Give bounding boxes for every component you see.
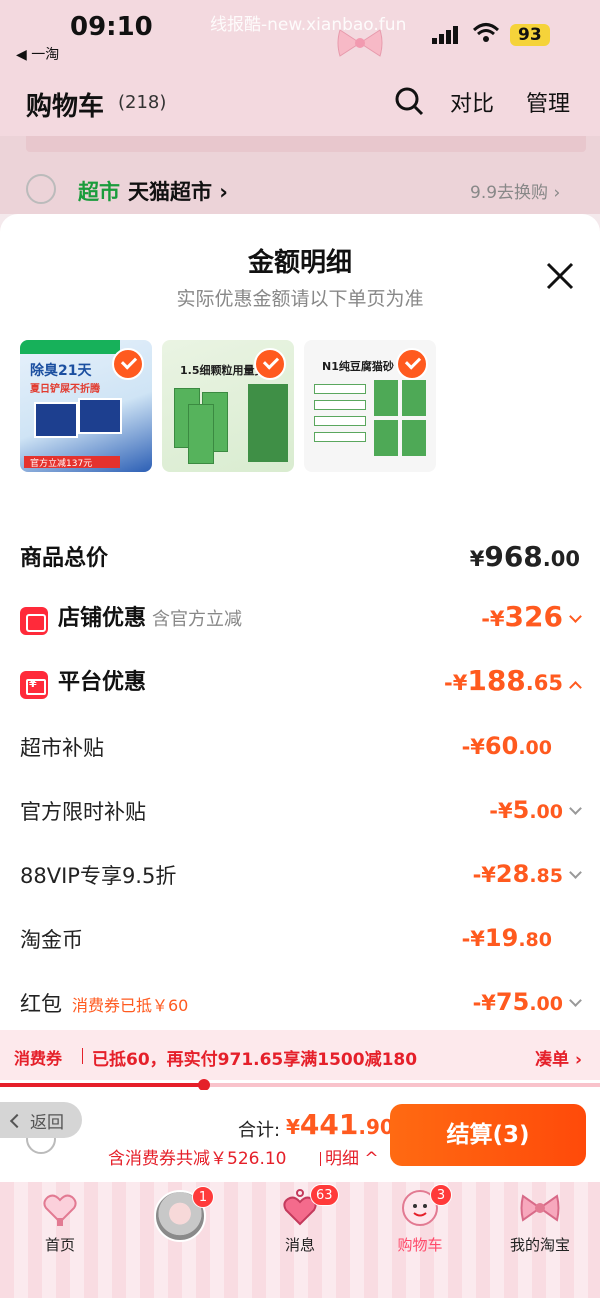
- coupon-banner: 消费券 已抵60，再实付971.65享满1500减180 凑单 ›: [0, 1030, 600, 1080]
- red-packet-amount: -¥75.00: [473, 988, 582, 1016]
- supermarket-subsidy-amount: -¥60.00: [461, 732, 552, 760]
- row-label: 88VIP专享9.5折: [20, 864, 177, 888]
- tab-my-taobao[interactable]: 我的淘宝: [480, 1182, 600, 1272]
- tab-badge: 3: [430, 1184, 452, 1206]
- bottom-tab-bar: 首页 1 63 消息 3 购物车 我的淘宝: [0, 1182, 600, 1298]
- official-limited-amount: -¥5.00: [489, 796, 582, 824]
- product-label: 夏日铲屎不折腾: [30, 384, 100, 395]
- cart-item-count: (218): [118, 92, 167, 113]
- cart-header: 购物车 (218) 对比 管理: [0, 72, 600, 136]
- page-title: 购物车: [26, 92, 105, 122]
- row-label: 平台优惠: [58, 670, 147, 695]
- row-note: 消费券已抵￥60: [72, 996, 189, 1015]
- coupon-text: 已抵60，再实付971.65享满1500减180: [92, 1050, 418, 1070]
- total-label: 合计:: [238, 1120, 281, 1141]
- chevron-down-icon: [569, 802, 582, 815]
- tab-badge: 63: [310, 1184, 339, 1206]
- tab-label: 购物车: [397, 1236, 443, 1254]
- row-label: 淘金币: [20, 928, 83, 952]
- row-official-limited-subsidy[interactable]: 官方限时补贴 -¥5.00: [20, 796, 582, 832]
- supermarket-tag: 超市: [78, 180, 120, 204]
- coupon-tag: 消费券: [14, 1049, 63, 1068]
- coupon-divider: [82, 1048, 83, 1064]
- row-taojinbi: 淘金币 -¥19.80: [20, 924, 580, 960]
- product-thumbnail[interactable]: 1.5细颗粒用量更: [162, 340, 294, 472]
- row-label: 店铺优惠: [58, 606, 147, 631]
- product-label: 官方立减137元: [30, 459, 93, 469]
- manage-button[interactable]: 管理: [526, 86, 570, 118]
- tab-cart[interactable]: 3 购物车: [360, 1182, 480, 1272]
- tab-avatar[interactable]: 1: [120, 1182, 240, 1272]
- background-store-row: 超市 天猫超市 › 9.9去换购 ›: [0, 156, 600, 214]
- close-icon[interactable]: [544, 260, 576, 292]
- product-label: 1.5细颗粒用量更: [180, 364, 266, 377]
- row-label: 商品总价: [20, 546, 109, 571]
- bow-icon: [520, 1194, 560, 1222]
- row-total-price: 商品总价 ¥968.00: [20, 540, 580, 580]
- checkout-button[interactable]: 结算(3): [390, 1104, 586, 1166]
- add-items-link[interactable]: 凑单 ›: [535, 1045, 582, 1070]
- row-store-discount[interactable]: 店铺优惠 含官方立减 -¥326: [20, 600, 582, 640]
- selected-check-icon: [254, 348, 286, 380]
- tab-label: 消息: [284, 1236, 315, 1254]
- tab-badge: 1: [192, 1186, 214, 1208]
- product-thumbnail[interactable]: 除臭21天 夏日铲屎不折腾 官方立减137元: [20, 340, 152, 472]
- amount-detail-sheet: 金额明细 实际优惠金额请以下单页为准 除臭21天 夏日铲屎不折腾 官方立减137…: [0, 214, 600, 1030]
- store-select-radio[interactable]: [26, 174, 56, 204]
- exchange-link[interactable]: 9.9去换购 ›: [470, 178, 560, 203]
- row-red-packet[interactable]: 红包 消费券已抵￥60 -¥75.00: [20, 988, 582, 1024]
- progress-fill: [0, 1083, 204, 1087]
- coupon-icon: [20, 670, 48, 699]
- tab-messages[interactable]: 63 消息: [240, 1182, 360, 1272]
- tab-home[interactable]: 首页: [0, 1182, 120, 1272]
- store-name[interactable]: 天猫超市 ›: [128, 176, 228, 206]
- store-discount-amount: -¥326: [481, 600, 582, 633]
- row-label: 超市补贴: [20, 736, 104, 760]
- product-thumbnails: 除臭21天 夏日铲屎不折腾 官方立减137元 1.5细颗粒用量更 N1纯豆腐猫砂…: [20, 340, 436, 472]
- chevron-down-icon: [569, 866, 582, 879]
- wifi-icon: [472, 23, 500, 42]
- search-icon[interactable]: [394, 86, 424, 116]
- row-label: 红包: [20, 992, 62, 1016]
- checkout-bar: 返回 合计: ¥441.90 含消费券共减￥526.10 明细 ^ 结算(3): [0, 1090, 600, 1182]
- platform-discount-amount: -¥188.65: [444, 664, 582, 697]
- battery-indicator: 93: [510, 24, 550, 46]
- row-label: 官方限时补贴: [20, 800, 146, 824]
- chevron-down-icon: [569, 994, 582, 1007]
- total-price-amount: ¥968.00: [469, 540, 580, 573]
- taojinbi-amount: -¥19.80: [461, 924, 552, 952]
- home-heart-icon: [43, 1194, 77, 1226]
- row-note: 含官方立减: [152, 609, 243, 630]
- sheet-subtitle: 实际优惠金额请以下单页为准: [176, 288, 424, 310]
- row-platform-discount[interactable]: 平台优惠 -¥188.65: [20, 664, 582, 704]
- row-vip-discount[interactable]: 88VIP专享9.5折 -¥28.85: [20, 860, 582, 896]
- selected-check-icon: [396, 348, 428, 380]
- row-supermarket-subsidy: 超市补贴 -¥60.00: [20, 732, 580, 768]
- sheet-title: 金额明细: [247, 248, 352, 278]
- savings-text: 含消费券共减￥526.10: [108, 1149, 287, 1169]
- total-amount: ¥441.90: [286, 1108, 394, 1141]
- chevron-up-icon: [569, 681, 582, 694]
- selected-check-icon: [112, 348, 144, 380]
- cellular-signal-icon: [432, 26, 458, 44]
- product-label: N1纯豆腐猫砂 1: [322, 360, 406, 373]
- store-icon: [20, 606, 48, 635]
- status-bar: 09:10 ◀ 一淘 线报酷-new.xianbao.fun 93: [0, 0, 600, 72]
- tab-label: 首页: [44, 1236, 75, 1254]
- tab-label: 我的淘宝: [509, 1236, 570, 1254]
- vip-discount-amount: -¥28.85: [473, 860, 582, 888]
- compare-button[interactable]: 对比: [450, 86, 494, 118]
- chevron-down-icon: [569, 610, 582, 623]
- back-button[interactable]: 返回: [0, 1102, 82, 1138]
- back-to-app-link[interactable]: ◀ 一淘: [16, 44, 59, 64]
- product-thumbnail[interactable]: N1纯豆腐猫砂 1: [304, 340, 436, 472]
- detail-toggle[interactable]: 明细 ^: [320, 1144, 379, 1169]
- bow-decoration-icon: [337, 29, 383, 57]
- status-time: 09:10: [70, 12, 153, 42]
- product-label: 除臭21天: [30, 363, 92, 379]
- background-promo-strip: [0, 136, 600, 156]
- coupon-progress-bar: [0, 1079, 600, 1091]
